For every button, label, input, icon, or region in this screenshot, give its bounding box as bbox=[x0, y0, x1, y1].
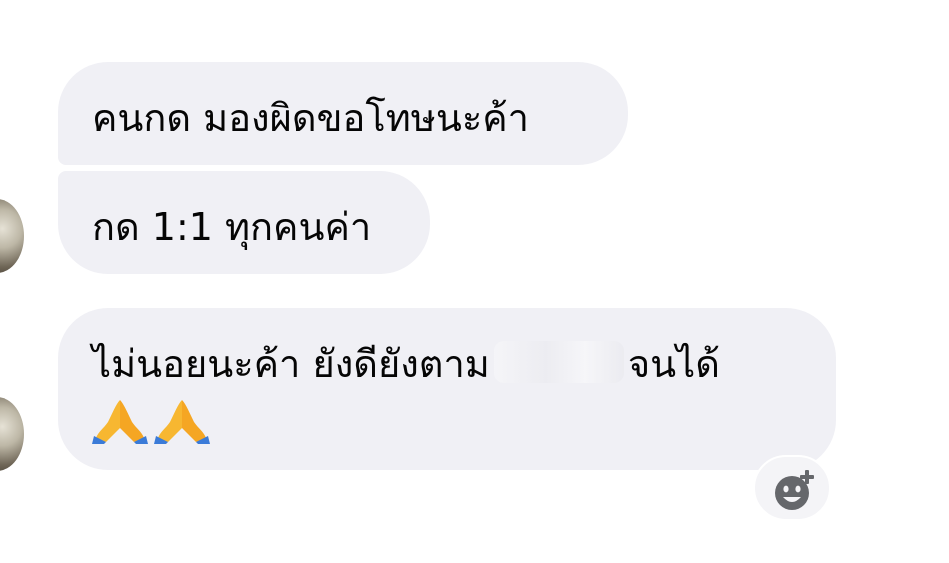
message-text-2: กด 1:1 ทุกคนค่า bbox=[92, 205, 372, 249]
folded-hands-icon bbox=[154, 400, 210, 444]
add-reaction-icon bbox=[775, 470, 814, 510]
add-reaction-button[interactable] bbox=[753, 455, 831, 521]
message-text-3-before: ไม่นอยนะค้า ยังดียังตาม bbox=[92, 342, 490, 386]
message-bubble-2[interactable]: กด 1:1 ทุกคนค่า bbox=[58, 171, 430, 274]
message-emoji-row: 🙏🙏 bbox=[92, 394, 836, 446]
message-text-1: คนกด มองผิดขอโทษนะค้า bbox=[92, 96, 529, 140]
message-bubble-3[interactable]: ไม่นอยนะค้า ยังดียังตาม จนได้ 🙏🙏 bbox=[58, 308, 836, 470]
message-text-3: ไม่นอยนะค้า ยังดียังตาม จนได้ bbox=[92, 338, 836, 390]
redacted-name-block bbox=[493, 341, 624, 383]
message-text-3-after: จนได้ bbox=[627, 342, 720, 386]
folded-hands-icon bbox=[92, 400, 148, 444]
message-bubble-1[interactable]: คนกด มองผิดขอโทษนะค้า bbox=[58, 62, 628, 165]
sender-avatar-2[interactable] bbox=[0, 397, 24, 471]
sender-avatar-1[interactable] bbox=[0, 199, 24, 273]
